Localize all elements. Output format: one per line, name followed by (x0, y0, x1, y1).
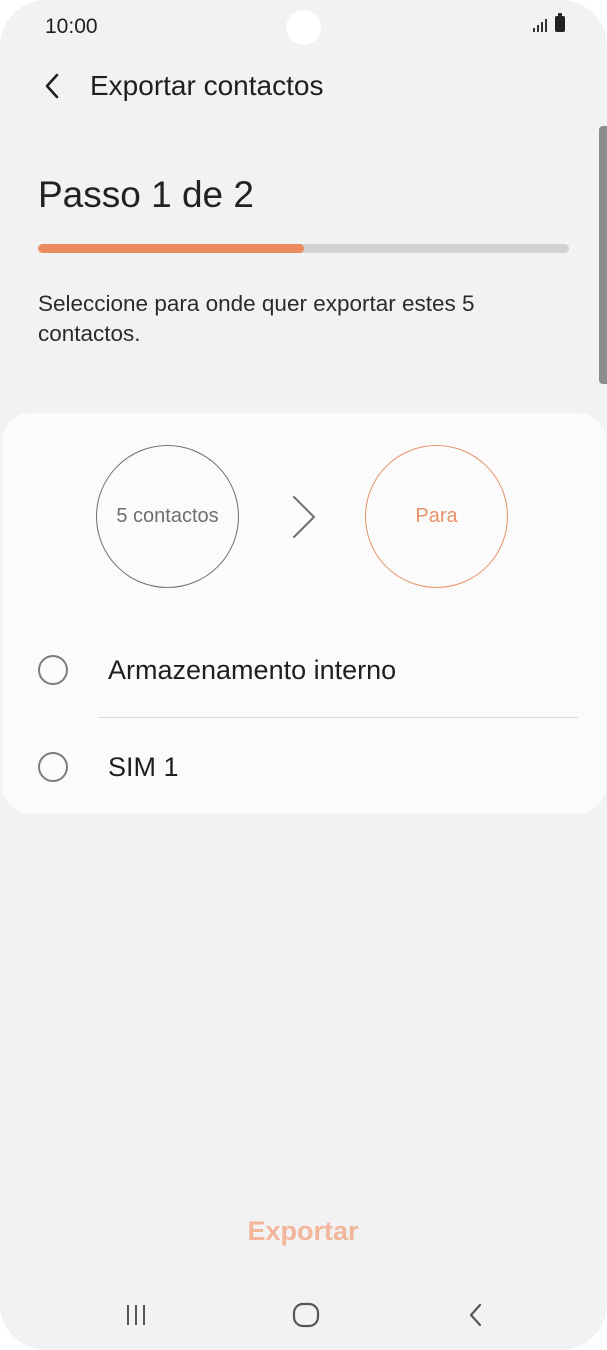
destination-circle[interactable]: Para (365, 445, 508, 588)
home-icon (292, 1302, 320, 1328)
home-button[interactable] (276, 1290, 336, 1340)
back-arrow-icon (45, 73, 59, 99)
instruction-text: Seleccione para onde quer exportar estes… (38, 291, 475, 346)
step-title: Passo 1 de 2 (38, 174, 254, 215)
camera-cutout (286, 10, 321, 45)
recents-button[interactable] (106, 1290, 166, 1340)
radio-button[interactable] (38, 655, 68, 685)
option-internal-storage[interactable]: Armazenamento interno (2, 622, 606, 718)
option-label: Armazenamento interno (108, 654, 397, 685)
scroll-indicator[interactable] (599, 126, 607, 384)
screen: 10:00 Exportar contactos Passo 1 de 2 Se… (0, 0, 607, 1350)
option-sim-1[interactable]: SIM 1 (2, 719, 606, 815)
progress-bar (38, 244, 569, 253)
navigation-bar (0, 1280, 607, 1350)
chevron-right-icon (293, 496, 315, 538)
source-circle: 5 contactos (96, 445, 239, 588)
status-icons (533, 13, 565, 32)
option-label: SIM 1 (108, 751, 179, 782)
back-icon (469, 1303, 482, 1327)
page-title: Exportar contactos (90, 70, 324, 101)
battery-icon (555, 13, 565, 32)
radio-button[interactable] (38, 752, 68, 782)
back-button[interactable] (30, 64, 74, 108)
progress-fill (38, 244, 304, 253)
status-time: 10:00 (45, 15, 98, 38)
source-label: 5 contactos (116, 505, 219, 527)
destination-label: Para (415, 505, 458, 527)
export-button[interactable]: Exportar (203, 1206, 403, 1256)
signal-icon (533, 16, 547, 32)
recent-apps-icon (127, 1305, 145, 1325)
nav-back-button[interactable] (446, 1290, 506, 1340)
divider (98, 717, 578, 718)
export-card: 5 contactos Para Armazenamento interno S… (2, 413, 606, 814)
